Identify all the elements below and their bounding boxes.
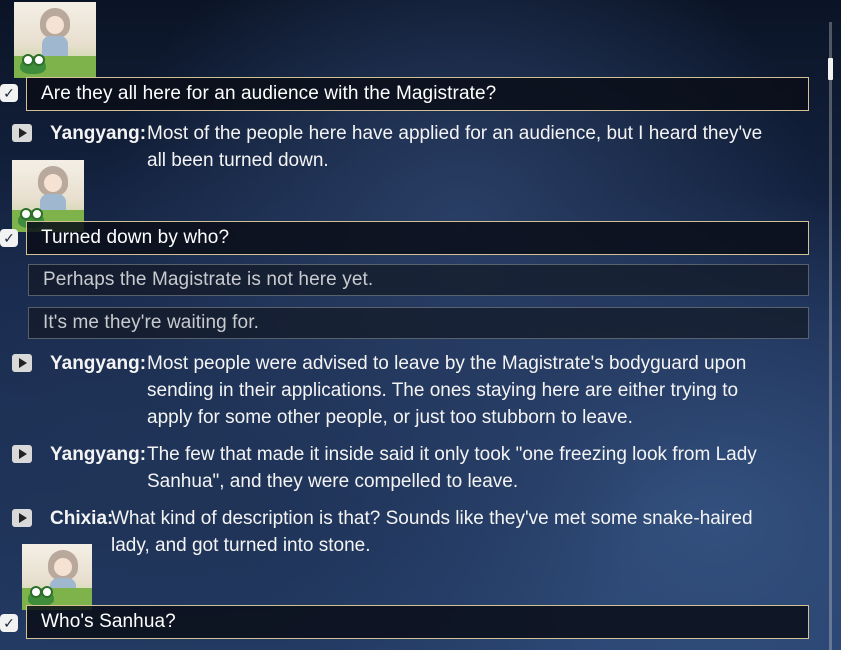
choice-text: Perhaps the Magistrate is not here yet. — [43, 269, 374, 290]
choice-unselected[interactable]: Perhaps the Magistrate is not here yet. — [28, 264, 809, 296]
dialogue-text: Most people were advised to leave by the… — [147, 353, 747, 428]
choice-selected[interactable]: Are they all here for an audience with t… — [26, 77, 809, 111]
player-avatar — [14, 2, 96, 78]
scrollbar[interactable] — [828, 22, 833, 650]
choice-selected[interactable]: Who's Sanhua? — [26, 605, 809, 639]
speaker-name: Yangyang: — [50, 353, 147, 374]
dialogue-text: Most of the people here have applied for… — [147, 123, 763, 171]
dialogue-text: The few that made it inside said it only… — [147, 444, 757, 492]
speaker-name: Chixia: — [50, 508, 114, 529]
choice-text: Turned down by who? — [41, 227, 230, 248]
player-avatar — [22, 544, 92, 610]
speaker-name: Yangyang: — [50, 123, 147, 144]
dialogue-line: Yangyang: Most of the people here have a… — [0, 120, 830, 174]
play-voice-icon[interactable] — [12, 124, 32, 142]
dialogue-text: What kind of description is that? Sounds… — [111, 508, 753, 556]
play-voice-icon[interactable] — [12, 509, 32, 527]
scrollbar-thumb[interactable] — [828, 58, 833, 80]
checkmark-icon: ✓ — [0, 614, 18, 632]
choice-text: Are they all here for an audience with t… — [41, 83, 497, 104]
dialogue-line: Chixia: What kind of description is that… — [0, 505, 830, 559]
choice-text: It's me they're waiting for. — [43, 312, 259, 333]
checkmark-icon: ✓ — [0, 229, 18, 247]
checkmark-icon: ✓ — [0, 84, 18, 102]
dialogue-log: ✓ Are they all here for an audience with… — [0, 0, 841, 650]
choice-unselected[interactable]: It's me they're waiting for. — [28, 307, 809, 339]
dialogue-line: Yangyang: The few that made it inside sa… — [0, 441, 830, 495]
choice-selected[interactable]: Turned down by who? — [26, 221, 809, 255]
choice-text: Who's Sanhua? — [41, 611, 176, 632]
play-voice-icon[interactable] — [12, 354, 32, 372]
dialogue-line: Yangyang: Most people were advised to le… — [0, 350, 830, 431]
play-voice-icon[interactable] — [12, 445, 32, 463]
speaker-name: Yangyang: — [50, 444, 147, 465]
